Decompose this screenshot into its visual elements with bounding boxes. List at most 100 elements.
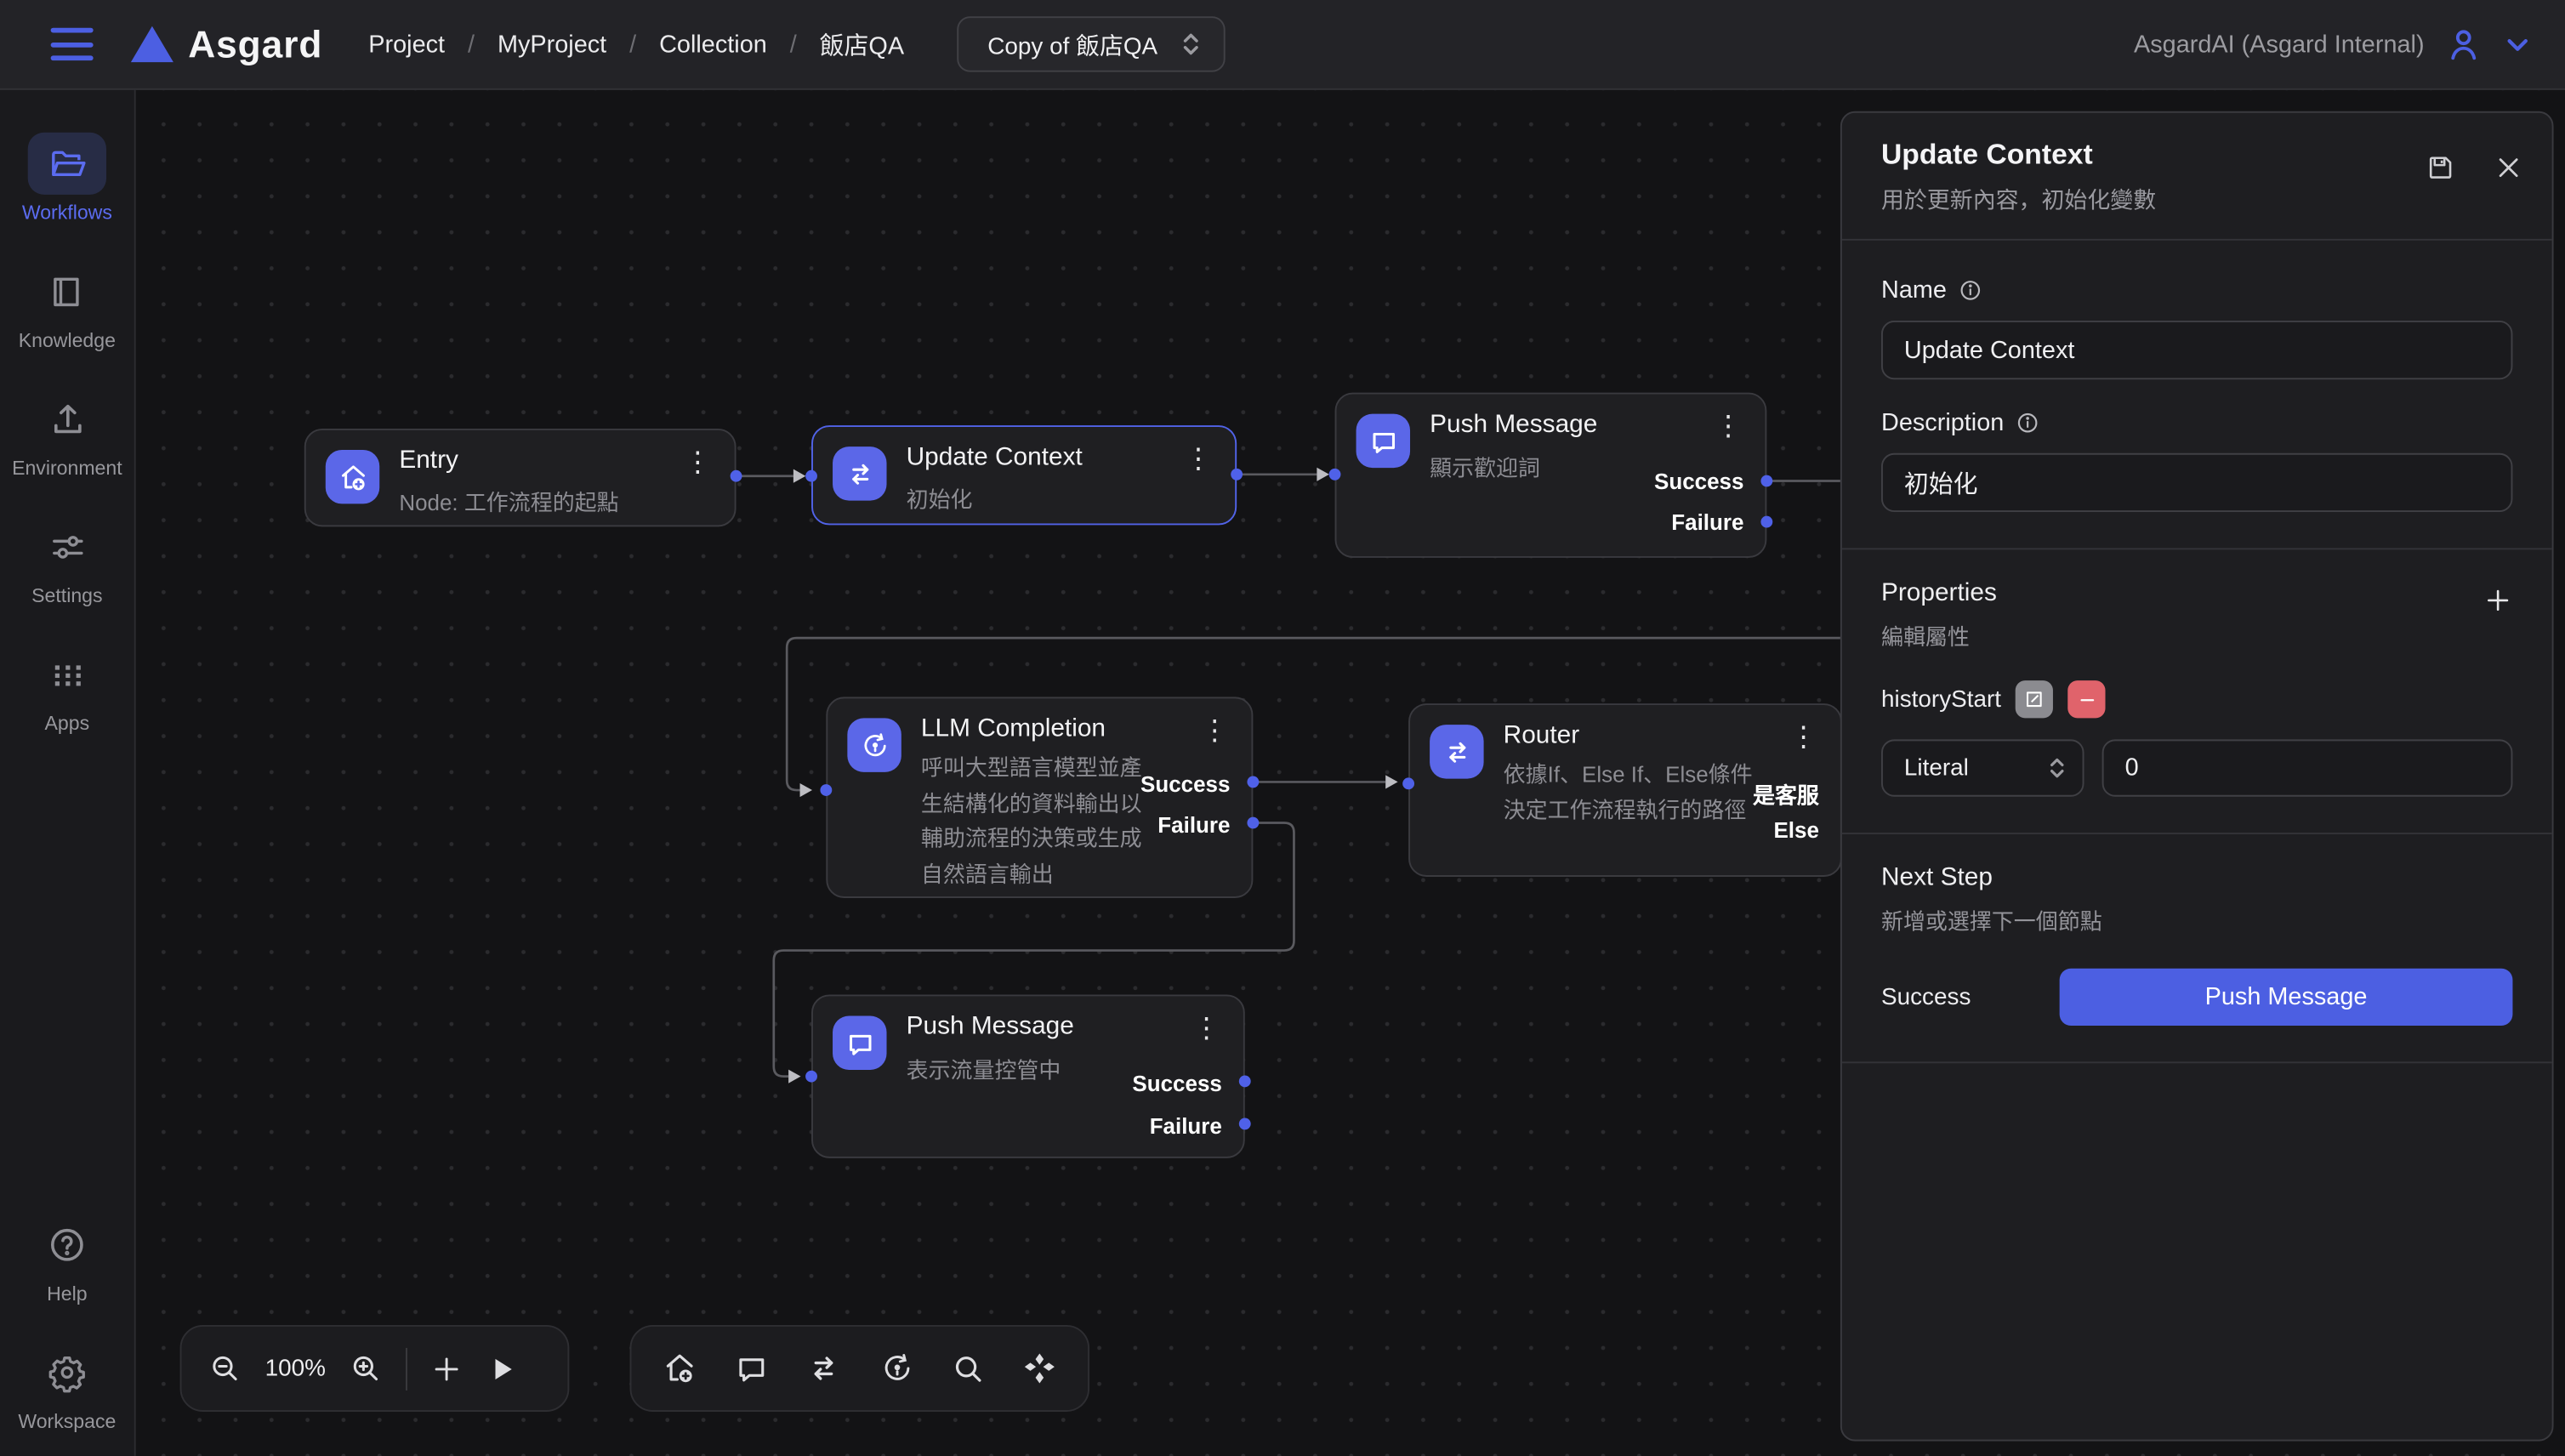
next-step-subtitle: 新增或選擇下一個節點 [1881,903,2512,936]
chevron-updown-icon [2048,756,2066,781]
output-success[interactable]: Success [1140,772,1230,797]
account-label: AsgardAI (Asgard Internal) [2134,31,2425,59]
info-icon [2016,411,2040,435]
node-description: 依據If、Else If、Else條件決定工作流程執行的路徑 [1504,758,1762,828]
add-property-icon[interactable] [2483,586,2513,616]
node-menu-icon[interactable]: ⋮ [1715,411,1743,443]
left-sidebar: Workflows Knowledge Environment Settings… [0,90,136,1456]
hamburger-menu-icon[interactable] [51,28,94,60]
sidebar-item-workflows[interactable]: Workflows [22,133,112,225]
palette-llm-icon[interactable] [878,1350,915,1387]
close-icon[interactable] [2494,152,2522,184]
account-chevron-down-icon[interactable] [2503,30,2533,60]
property-value-input[interactable] [2102,739,2513,796]
name-label: Name [1881,276,1947,304]
output-failure[interactable]: Failure [1150,1114,1222,1139]
panel-subtitle: 用於更新內容，初始化變數 [1881,183,2519,215]
node-palette-toolbar [630,1325,1089,1412]
info-icon [1958,278,1982,303]
swap-arrows-icon [833,446,886,500]
output-failure[interactable]: Failure [1671,510,1743,535]
node-menu-icon[interactable]: ⋮ [1789,721,1817,754]
palette-router-icon[interactable] [1021,1350,1058,1387]
node-subtitle: 初始化 [907,481,973,514]
brand-logo: Asgard [131,22,323,66]
gear-icon [28,1341,106,1403]
node-subtitle: Node: 工作流程的起點 [399,484,618,516]
breadcrumb-myproject[interactable]: MyProject [498,31,606,59]
palette-search-icon[interactable] [950,1351,986,1386]
breadcrumb-project[interactable]: Project [368,31,445,59]
output-else[interactable]: Else [1773,818,1818,843]
sidebar-item-environment[interactable]: Environment [12,388,122,480]
name-input[interactable] [1881,321,2512,379]
node-llm-completion[interactable]: LLM Completion 呼叫大型語言模型並產生結構化的資料輸出以輔助流程的… [826,697,1253,898]
property-type-select[interactable]: Literal [1881,739,2084,796]
node-menu-icon[interactable]: ⋮ [1201,715,1229,748]
zoom-in-icon[interactable] [349,1351,383,1385]
node-entry[interactable]: Entry Node: 工作流程的起點 ⋮ [304,429,737,526]
zoom-toolbar: 100% [180,1325,570,1412]
properties-title: Properties [1881,579,1997,609]
grid-dots-icon [28,643,106,705]
node-push-message-welcome[interactable]: Push Message 顯示歡迎詞 ⋮ Success Failure [1335,393,1767,558]
sidebar-item-settings[interactable]: Settings [28,515,106,607]
top-bar: Asgard Project / MyProject / Collection … [0,0,2565,90]
node-subtitle: 表示流量控管中 [907,1052,1061,1084]
book-icon [28,260,106,322]
zoom-level-label: 100% [265,1356,326,1382]
next-step-title: Next Step [1881,864,2512,894]
node-title: Update Context [907,443,1083,473]
output-is-service[interactable]: 是客服 [1753,777,1819,810]
output-success[interactable]: Success [1654,469,1743,494]
message-bubble-icon [1356,414,1410,468]
node-menu-icon[interactable]: ⋮ [1192,1013,1220,1045]
folder-open-icon [28,133,106,195]
sidebar-item-help[interactable]: Help [28,1214,106,1305]
node-router[interactable]: Router 依據If、Else If、Else條件決定工作流程執行的路徑 ⋮ … [1408,703,1842,877]
node-title: Entry [399,446,458,476]
node-subtitle: 顯示歡迎詞 [1430,450,1540,482]
node-title: Push Message [1430,411,1597,441]
node-title: Router [1504,721,1580,751]
node-menu-icon[interactable]: ⋮ [684,446,712,479]
palette-entry-icon[interactable] [661,1350,698,1387]
breadcrumb-collection[interactable]: Collection [659,31,767,59]
sidebar-item-knowledge[interactable]: Knowledge [19,260,116,352]
palette-update-context-icon[interactable] [805,1350,843,1387]
description-input[interactable] [1881,453,2512,512]
run-workflow-icon[interactable] [486,1352,518,1385]
edit-property-button[interactable] [2016,680,2053,718]
node-update-context[interactable]: Update Context 初始化 ⋮ [811,425,1237,525]
zoom-out-icon[interactable] [208,1351,242,1385]
sidebar-item-apps[interactable]: Apps [28,643,106,735]
output-success[interactable]: Success [1132,1072,1221,1096]
workflow-version-select[interactable]: Copy of 飯店QA [957,16,1225,71]
router-arrows-icon [1430,725,1483,778]
output-failure[interactable]: Failure [1157,813,1230,838]
palette-message-icon[interactable] [733,1350,771,1387]
node-push-message-flow[interactable]: Push Message 表示流量控管中 ⋮ Success Failure [811,994,1245,1157]
remove-property-button[interactable] [2068,680,2106,718]
user-icon[interactable] [2444,25,2483,64]
node-menu-icon[interactable]: ⋮ [1185,443,1213,475]
help-circle-icon [28,1214,106,1276]
entry-home-plus-icon [326,450,379,503]
sidebar-item-workspace[interactable]: Workspace [18,1341,116,1433]
node-title: Push Message [907,1013,1074,1043]
breadcrumb-workflow[interactable]: 飯店QA [820,27,904,61]
save-icon[interactable] [2425,152,2456,184]
message-bubble-icon [833,1015,886,1069]
add-node-icon[interactable] [430,1352,463,1385]
asgard-triangle-icon [131,26,173,62]
property-key: historyStart [1881,686,2001,713]
description-label: Description [1881,409,2004,437]
next-step-output-label: Success [1881,984,1971,1010]
brand-name: Asgard [188,22,322,66]
node-title: LLM Completion [921,715,1106,745]
next-step-target-button[interactable]: Push Message [2060,969,2513,1026]
node-description: 呼叫大型語言模型並產生結構化的資料輸出以輔助流程的決策或生成自然語言輸出 [921,751,1157,891]
node-inspector-panel: Update Context 用於更新內容，初始化變數 Name [1840,111,2554,1442]
llm-completion-icon [847,718,901,771]
sliders-icon [28,515,106,577]
